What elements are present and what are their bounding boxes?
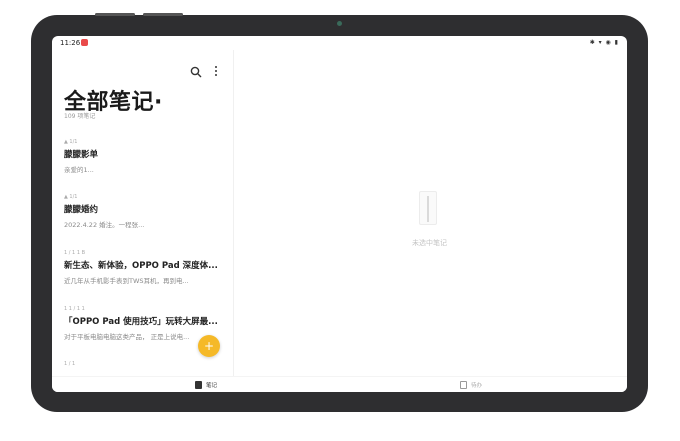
note-meta: 1 1 / 1 1 xyxy=(64,306,85,312)
hardware-button xyxy=(95,13,135,16)
note-meta: ▲ 1/1 xyxy=(64,194,78,200)
note-preview: 亲爱的1... xyxy=(64,166,94,174)
bottom-tab-bar: 笔记 待办 xyxy=(52,376,627,392)
list-item[interactable]: ▲ 1/1 朦朦影单 亲爱的1... xyxy=(64,139,224,174)
list-item[interactable]: 1 1 / 1 1 「OPPO Pad 使用技巧」玩转大屏最... 对于平板电脑… xyxy=(64,306,224,341)
empty-state-text: 未选中笔记 xyxy=(412,239,447,247)
hardware-button xyxy=(143,13,183,16)
camera xyxy=(337,21,342,26)
pane-divider xyxy=(233,50,234,376)
note-meta: 1 / 1 1 B xyxy=(64,250,86,256)
notes-icon xyxy=(195,381,202,389)
tab-todo[interactable]: 待办 xyxy=(460,380,482,390)
tab-notes[interactable]: 笔记 xyxy=(195,380,217,390)
checkbox-icon xyxy=(460,381,467,389)
status-indicators-icon: ✱ ▾ ◉ ▮ xyxy=(589,39,619,46)
note-preview: 近几年从手机影手表到TWS耳机，再到电... xyxy=(64,277,189,285)
note-title: 「OPPO Pad 使用技巧」玩转大屏最... xyxy=(64,317,218,327)
tab-label: 笔记 xyxy=(206,383,218,389)
list-item[interactable]: 1 / 1 xyxy=(64,361,224,370)
list-item[interactable]: 1 / 1 1 B 新生态、新体验，OPPO Pad 深度体... 近几年从手机… xyxy=(64,250,224,285)
note-meta: ▲ 1/1 xyxy=(64,139,78,145)
note-preview: 2022.4.22 婚注。一程张... xyxy=(64,221,145,229)
note-meta: 1 / 1 xyxy=(64,361,76,367)
status-time: 11:26 xyxy=(60,39,81,47)
note-count: 109 项笔记 xyxy=(64,113,96,120)
notification-badge-icon xyxy=(81,39,88,46)
note-title: 新生态、新体验，OPPO Pad 深度体... xyxy=(64,261,218,271)
list-item[interactable]: ▲ 1/1 朦朦婚约 2022.4.22 婚注。一程张... xyxy=(64,194,224,229)
note-title: 朦朦影单 xyxy=(64,150,99,160)
more-options-icon[interactable] xyxy=(213,66,219,78)
screen: 11:26 ✱ ▾ ◉ ▮ 全部笔记· 109 项笔记 ▲ 1/1 朦朦影单 亲… xyxy=(52,36,627,392)
add-note-button[interactable]: + xyxy=(198,335,220,357)
tab-label: 待办 xyxy=(471,383,483,389)
empty-note-icon xyxy=(419,191,437,225)
status-bar: 11:26 ✱ ▾ ◉ ▮ xyxy=(52,36,627,50)
search-icon[interactable] xyxy=(190,66,202,78)
note-title: 朦朦婚约 xyxy=(64,205,99,215)
tablet-device: 11:26 ✱ ▾ ◉ ▮ 全部笔记· 109 项笔记 ▲ 1/1 朦朦影单 亲… xyxy=(31,13,648,412)
